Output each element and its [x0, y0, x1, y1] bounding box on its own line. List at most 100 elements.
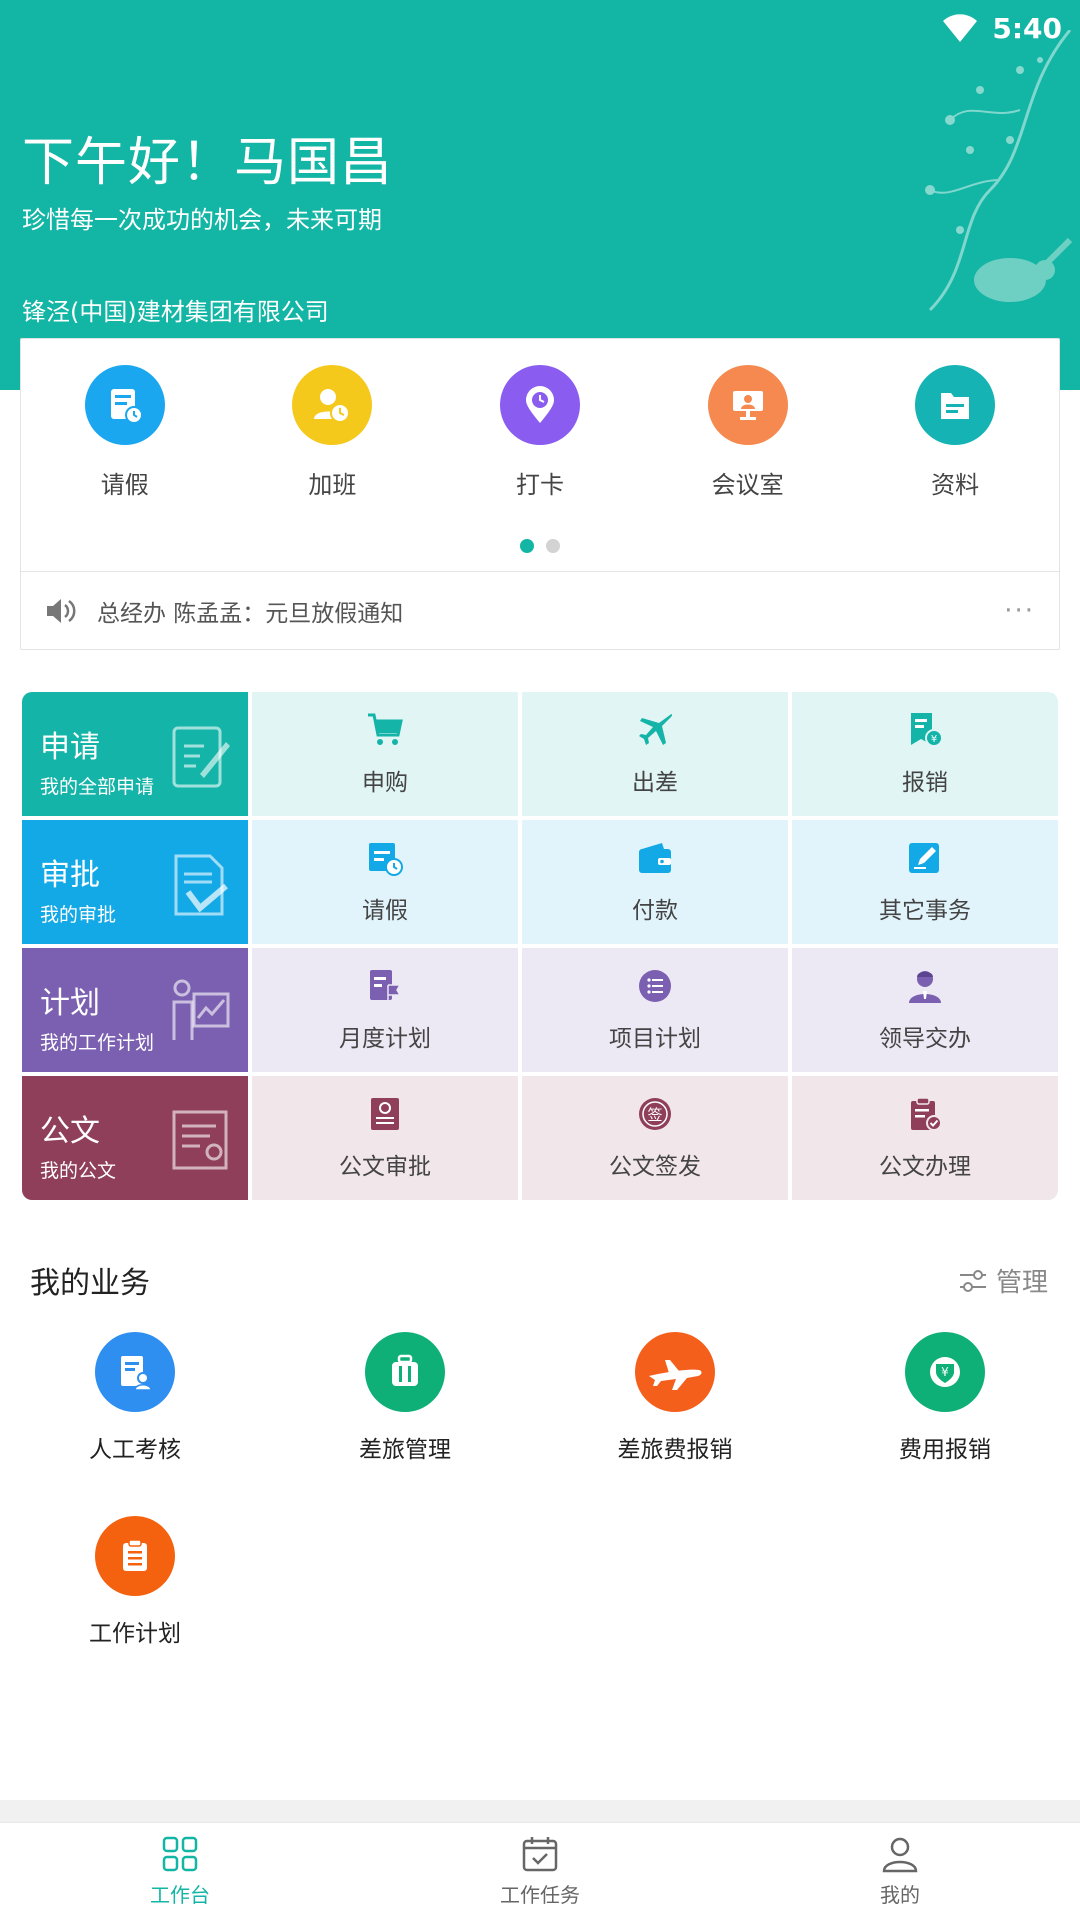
yen-shield-icon: ¥ — [905, 1332, 985, 1412]
matrix-cell-purchase[interactable]: 申购 — [252, 692, 518, 816]
matrix-cell-label: 领导交办 — [879, 1026, 971, 1052]
matrix-head-apply[interactable]: 申请 我的全部申请 — [22, 692, 248, 816]
overtime-clock-user-icon — [292, 365, 373, 445]
status-bar: 5:40 — [942, 8, 1062, 48]
carousel-dot[interactable] — [546, 539, 560, 553]
quick-action-meeting-room[interactable]: 会议室 — [644, 365, 852, 500]
matrix-cell-label: 申购 — [362, 770, 408, 796]
matrix-cell-monthly-plan[interactable]: 月度计划 — [252, 948, 518, 1072]
nav-tab-label: 工作台 — [150, 1883, 210, 1907]
svg-text:¥: ¥ — [941, 1365, 949, 1379]
notice-bar[interactable]: 总经办 陈孟孟：元旦放假通知 ··· — [21, 571, 1059, 649]
nav-tab-label: 我的 — [880, 1883, 920, 1907]
meeting-room-icon — [707, 365, 788, 445]
business-item-label: 差旅费报销 — [617, 1437, 733, 1463]
business-item-travel-management[interactable]: 差旅管理 — [270, 1332, 540, 1516]
reimburse-doc-icon: ¥ — [911, 713, 943, 747]
matrix-cell-reimburse[interactable]: ¥ 报销 — [792, 692, 1058, 816]
carousel-dot-active[interactable] — [520, 539, 534, 553]
certificate-icon — [172, 1110, 228, 1170]
matrix-cell-leader-assigned[interactable]: 领导交办 — [792, 948, 1058, 1072]
manage-button[interactable]: 管理 — [958, 1262, 1048, 1299]
header-banner: 5:40 下午好！马国昌 珍惜每一次成功的机会，未来可期 锋泾(中国)建材集团有… — [0, 0, 1080, 390]
category-matrix: 申请 我的全部申请 申购 出差 ¥ 报销 审批 我的审批 请假 付款 其它事务 … — [22, 692, 1058, 1204]
location-clock-icon — [499, 365, 580, 445]
speaker-icon — [47, 598, 76, 623]
carousel-indicator[interactable] — [21, 539, 1059, 553]
motto-text: 珍惜每一次成功的机会，未来可期 — [22, 206, 382, 234]
wallet-icon — [639, 843, 671, 873]
nav-tab-work-tasks[interactable]: 工作任务 — [360, 1823, 720, 1920]
flag-doc-icon — [370, 970, 402, 1003]
matrix-cell-other-affairs[interactable]: 其它事务 — [792, 820, 1058, 944]
matrix-head-approval[interactable]: 审批 我的审批 — [22, 820, 248, 944]
matrix-cell-label: 公文签发 — [609, 1154, 701, 1180]
matrix-cell-leave-approval[interactable]: 请假 — [252, 820, 518, 944]
company-name[interactable]: 锋泾(中国)建材集团有限公司 — [22, 292, 329, 327]
matrix-cell-doc-handling[interactable]: 公文办理 — [792, 1076, 1058, 1200]
matrix-cell-label: 公文审批 — [339, 1154, 431, 1180]
airplane-icon — [639, 714, 673, 745]
folder-icon — [915, 365, 996, 445]
section-title-my-business: 我的业务 — [30, 1266, 150, 1301]
notice-text: 总经办 陈孟孟：元旦放假通知 — [97, 600, 404, 627]
sign-seal-icon: 签 — [639, 1098, 671, 1130]
matrix-cell-business-trip[interactable]: 出差 — [522, 692, 788, 816]
quick-action-label: 请假 — [100, 471, 149, 499]
sign-seal-char: 签 — [647, 1106, 662, 1124]
matrix-cell-payment[interactable]: 付款 — [522, 820, 788, 944]
assessment-icon — [95, 1332, 175, 1412]
quick-actions-row: 请假 加班 打卡 会议室 资料 — [21, 365, 1059, 500]
quick-action-label: 资料 — [931, 471, 980, 499]
apply-form-icon — [172, 726, 230, 788]
business-item-travel-reimbursement[interactable]: 差旅费报销 — [540, 1332, 810, 1516]
quick-action-checkin[interactable]: 打卡 — [436, 365, 644, 500]
matrix-cell-label: 其它事务 — [879, 898, 971, 924]
business-item-label: 差旅管理 — [359, 1437, 451, 1463]
business-item-label: 人工考核 — [89, 1437, 181, 1463]
quick-action-documents[interactable]: 资料 — [851, 365, 1059, 500]
nav-tab-mine[interactable]: 我的 — [720, 1823, 1080, 1920]
matrix-cell-label: 请假 — [362, 898, 408, 924]
plum-blossom-decoration — [925, 30, 1073, 312]
sliders-icon — [959, 1269, 986, 1292]
matrix-head-official-doc[interactable]: 公文 我的公文 — [22, 1076, 248, 1200]
manage-label: 管理 — [995, 1268, 1048, 1298]
quick-action-label: 打卡 — [515, 471, 564, 499]
quick-action-overtime[interactable]: 加班 — [229, 365, 437, 500]
presentation-icon — [172, 979, 230, 1040]
matrix-cell-label: 月度计划 — [339, 1026, 431, 1052]
matrix-cell-project-plan[interactable]: 项目计划 — [522, 948, 788, 1072]
business-item-manual-assessment[interactable]: 人工考核 — [0, 1332, 270, 1516]
more-icon[interactable]: ··· — [1004, 596, 1035, 626]
quick-action-leave[interactable]: 请假 — [21, 365, 229, 500]
list-circle-icon — [639, 970, 671, 1002]
edit-note-icon — [909, 843, 939, 873]
matrix-row-official-doc: 公文 我的公文 公文审批 签 公文签发 公文办理 — [22, 1076, 1058, 1200]
matrix-row-apply: 申请 我的全部申请 申购 出差 ¥ 报销 — [22, 692, 1058, 816]
clipboard-icon — [95, 1516, 175, 1596]
matrix-cell-label: 报销 — [902, 770, 948, 796]
matrix-row-approval: 审批 我的审批 请假 付款 其它事务 — [22, 820, 1058, 944]
nav-tab-workbench[interactable]: 工作台 — [0, 1823, 360, 1920]
leave-form-icon — [84, 365, 165, 445]
official-doc-icon — [371, 1098, 399, 1130]
nav-tab-label: 工作任务 — [500, 1883, 580, 1907]
quick-actions-card: 请假 加班 打卡 会议室 资料 总经办 陈孟孟：元旦放假通知 ··· — [20, 338, 1060, 650]
cart-icon — [368, 713, 403, 745]
quick-action-label: 会议室 — [711, 471, 784, 499]
business-item-work-plan[interactable]: 工作计划 — [0, 1516, 270, 1700]
user-icon — [882, 1837, 918, 1873]
clipboard-check-icon — [911, 1097, 942, 1131]
bottom-nav: 工作台 工作任务 我的 — [0, 1822, 1080, 1920]
leave-calendar-icon — [369, 843, 403, 876]
matrix-cell-doc-approval[interactable]: 公文审批 — [252, 1076, 518, 1200]
business-item-expense-reimbursement[interactable]: ¥ 费用报销 — [810, 1332, 1080, 1516]
matrix-cell-label: 出差 — [632, 770, 678, 796]
matrix-head-plan[interactable]: 计划 我的工作计划 — [22, 948, 248, 1072]
svg-text:¥: ¥ — [931, 734, 937, 745]
business-item-label: 费用报销 — [899, 1437, 991, 1463]
greeting-title: 下午好！马国昌 — [22, 133, 394, 193]
grid-icon — [162, 1836, 198, 1872]
matrix-cell-doc-issue[interactable]: 签 公文签发 — [522, 1076, 788, 1200]
